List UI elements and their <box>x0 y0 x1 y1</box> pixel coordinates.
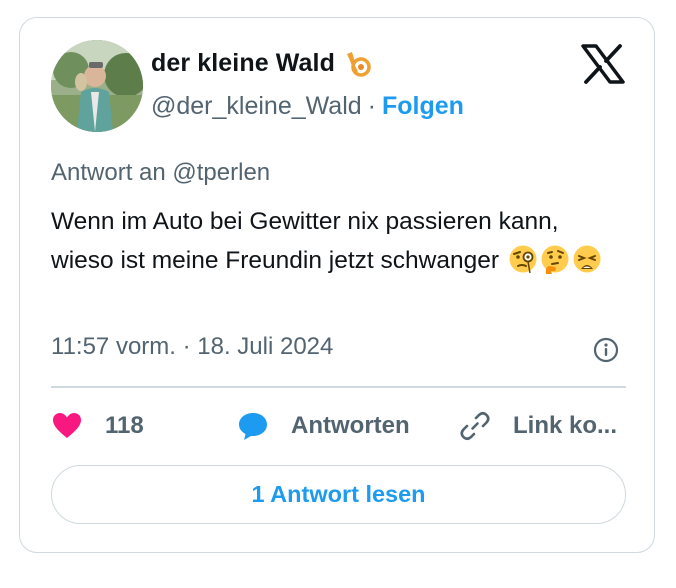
like-button[interactable]: 118 <box>51 410 144 442</box>
link-icon <box>460 411 490 441</box>
tweet-timestamp[interactable]: 11:57 vorm. · 18. Juli 2024 <box>51 333 333 361</box>
reply-label: Antworten <box>291 412 410 439</box>
follow-button[interactable]: Folgen <box>382 92 464 121</box>
divider <box>51 386 626 388</box>
separator-dot: · <box>367 92 376 120</box>
thinking-face-emoji-icon <box>540 244 570 274</box>
speech-bubble-icon <box>239 413 267 440</box>
author-handle-row: @der_kleine_Wald · Folgen <box>151 92 464 121</box>
copy-link-label: Link ko... <box>513 412 618 439</box>
author-handle[interactable]: @der_kleine_Wald <box>151 92 362 121</box>
reply-to-label[interactable]: Antwort an @tperlen <box>51 159 270 187</box>
author-display-name[interactable]: der kleine Wald <box>151 49 335 78</box>
avatar[interactable] <box>51 40 143 132</box>
tweet-body: Wenn im Auto bei Gewitter nix passieren … <box>51 202 611 280</box>
tweet-text: Wenn im Auto bei Gewitter nix passieren … <box>51 208 559 274</box>
x-logo-icon[interactable] <box>581 44 625 84</box>
info-icon[interactable] <box>593 337 619 363</box>
tweet-card: der kleine Wald @der_kleine_Wald · Folge… <box>19 17 655 553</box>
heart-icon <box>53 413 81 438</box>
reply-button[interactable]: Antworten <box>237 410 410 442</box>
author-name-row: der kleine Wald <box>151 48 373 78</box>
like-count: 118 <box>105 412 144 439</box>
copy-link-button[interactable]: Link ko... <box>459 410 617 442</box>
action-bar: 118 Antworten Link ko... <box>51 410 631 446</box>
read-replies-button[interactable]: 1 Antwort lesen <box>51 465 626 524</box>
horn-emoji-icon <box>343 48 373 78</box>
weary-face-emoji-icon <box>572 244 602 274</box>
face-with-monocle-emoji-icon <box>508 244 538 274</box>
